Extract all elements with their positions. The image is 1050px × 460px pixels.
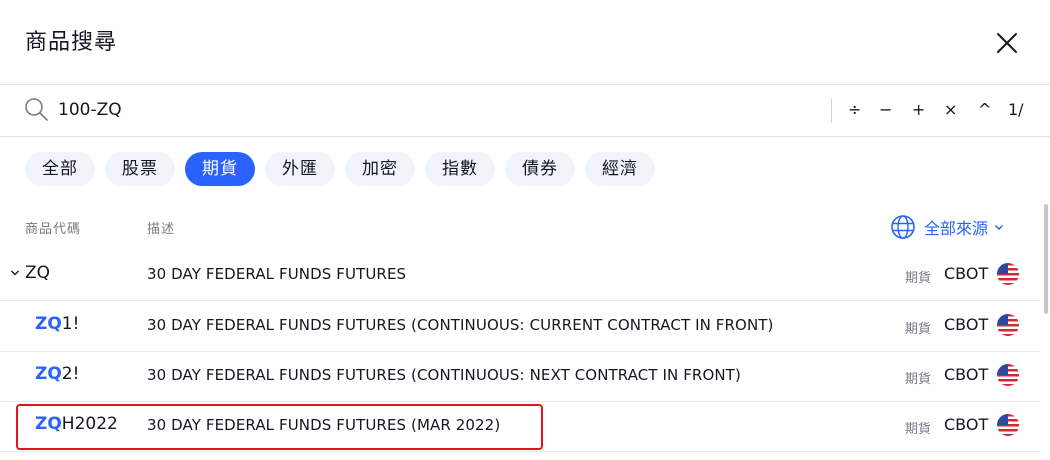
row-exchange: CBOT	[944, 415, 989, 434]
globe-icon	[891, 215, 915, 239]
power-button[interactable]: ^	[978, 98, 991, 122]
us-flag-icon	[997, 364, 1019, 386]
row-type: 期貨	[905, 422, 932, 437]
scrollbar-thumb[interactable]	[1044, 204, 1048, 314]
dialog-header: 商品搜尋	[0, 0, 1050, 85]
search-input[interactable]	[58, 94, 758, 126]
row-type: 期貨	[905, 372, 932, 387]
filter-all[interactable]: 全部	[25, 152, 95, 186]
search-bar: ÷ − + × ^ 1/	[0, 85, 1050, 137]
multiply-button[interactable]: ×	[944, 98, 957, 122]
filter-economy[interactable]: 經濟	[585, 152, 655, 186]
filter-futures[interactable]: 期貨	[185, 152, 255, 186]
symbol-match: ZQ	[35, 314, 62, 334]
close-icon[interactable]	[990, 26, 1024, 60]
table-row[interactable]: ZQ2! 30 DAY FEDERAL FUNDS FUTURES (CONTI…	[0, 351, 1040, 402]
chevron-down-icon[interactable]	[10, 268, 20, 278]
us-flag-icon	[997, 263, 1019, 285]
chevron-down-icon	[995, 225, 1004, 230]
row-symbol: ZQ2!	[35, 364, 79, 384]
filter-bonds[interactable]: 債券	[505, 152, 575, 186]
row-exchange: CBOT	[944, 365, 989, 384]
filter-stocks[interactable]: 股票	[105, 152, 175, 186]
row-type: 期貨	[905, 322, 932, 337]
symbol-rest: 1!	[61, 314, 80, 334]
reciprocal-button[interactable]: 1/	[1008, 98, 1024, 122]
us-flag-icon	[997, 314, 1019, 336]
row-type: 期貨	[905, 271, 932, 286]
dialog-title: 商品搜尋	[25, 30, 118, 55]
divide-button[interactable]: ÷	[848, 98, 861, 122]
sources-dropdown[interactable]: 全部來源	[890, 214, 1004, 240]
group-symbol: ZQ	[25, 263, 51, 283]
us-flag-icon	[997, 414, 1019, 436]
group-row[interactable]: ZQ 30 DAY FEDERAL FUNDS FUTURES 期貨 CBOT	[0, 250, 1040, 301]
search-icon	[25, 98, 48, 121]
filter-forex[interactable]: 外匯	[265, 152, 335, 186]
symbol-rest: 2!	[61, 364, 80, 384]
row-exchange: CBOT	[944, 264, 989, 283]
symbol-match: ZQ	[35, 364, 62, 384]
sources-label: 全部來源	[924, 219, 989, 238]
minus-button[interactable]: −	[879, 98, 892, 122]
row-description: 30 DAY FEDERAL FUNDS FUTURES (CONTINUOUS…	[147, 316, 774, 334]
row-description: 30 DAY FEDERAL FUNDS FUTURES	[147, 265, 407, 283]
column-description: 描述	[147, 222, 176, 237]
row-symbol: ZQ1!	[35, 314, 79, 334]
toolbar-divider	[831, 99, 832, 123]
filter-indices[interactable]: 指數	[425, 152, 495, 186]
plus-button[interactable]: +	[912, 98, 925, 122]
filter-crypto[interactable]: 加密	[345, 152, 415, 186]
row-description: 30 DAY FEDERAL FUNDS FUTURES (CONTINUOUS…	[147, 366, 741, 384]
close-button[interactable]	[990, 26, 1024, 60]
table-row[interactable]: ZQ1! 30 DAY FEDERAL FUNDS FUTURES (CONTI…	[0, 301, 1040, 352]
row-exchange: CBOT	[944, 315, 989, 334]
column-symbol: 商品代碼	[25, 222, 82, 237]
annotation-highlight-box	[16, 404, 543, 450]
